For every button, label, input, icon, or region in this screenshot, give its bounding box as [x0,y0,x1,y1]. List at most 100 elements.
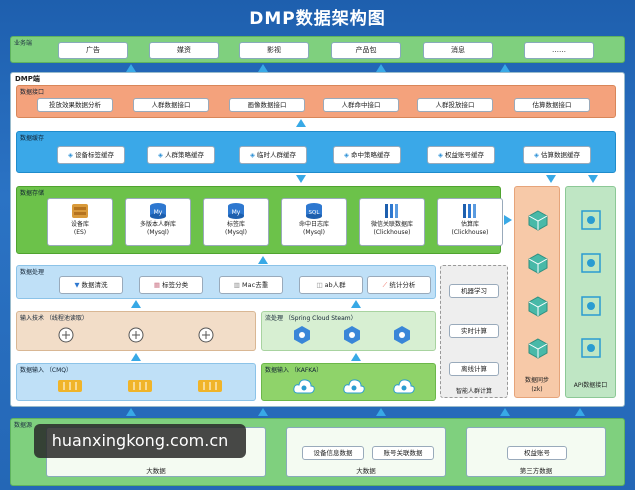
arrow-up-icon [258,408,268,416]
smart-compute-column: 机器学习 实时计算 离线计算 智能人群计算 [440,265,508,398]
svg-text:My: My [154,209,163,216]
thread-icon [198,327,214,343]
arrow-up-icon [376,64,386,72]
arrow-up-icon [351,353,361,361]
processing-layer-label: 数据处理 [20,269,45,276]
cache-layer: 数据缓存 ◈ 设备标签缓存 ◈ 人群策略缓存 ◈ 临时人群缓存 ◈ 命中策略缓存… [16,131,616,173]
processing-item-label: 标签分类 [162,281,189,289]
smart-item: 实时计算 [449,324,499,338]
clickhouse-icon [463,204,476,218]
arrow-up-icon [351,300,361,308]
storage-item-engine: (ES) [73,229,87,236]
api-layer-label: 数据接口 [20,89,45,96]
cube-icon [528,338,548,359]
cache-item: ◈ 命中策略缓存 [333,146,401,164]
arrow-up-icon [126,64,136,72]
svg-text:SQL: SQL [309,210,321,216]
api-service-label: API数据接口 [573,382,608,389]
api-layer: 数据接口 投放效果数据分析 人群数据接口 画像数据接口 人群命中接口 人群投放接… [16,85,616,118]
hexagon-icon [344,326,360,344]
arrow-up-icon [500,408,510,416]
database-icon [72,204,88,218]
business-layer: 业务端 广告 媒资 影视 产品包 消息 …… [10,36,625,63]
api-item: 人群数据接口 [133,98,209,112]
business-item: …… [524,42,594,59]
source-item: 设备信息数据 [302,446,364,460]
cmq-layer: 数据输入 （CMQ） [16,363,256,401]
input-tech-label: 输入技术 （线程池读取） [20,315,88,322]
svg-text:My: My [232,209,241,216]
storage-item-engine: (Mysql) [146,229,169,236]
api-item: 人群投放接口 [417,98,493,112]
business-item: 媒资 [149,42,219,59]
storage-layer: 数据存储 设备库 (ES) My 多版本人群库 (Mysql) My 标签库 (… [16,186,503,254]
mysql-icon: My [150,203,166,219]
thread-icon [128,327,144,343]
business-item: 产品包 [331,42,401,59]
storage-item-engine: (Mysql) [302,229,325,236]
processing-item-label: 数据清洗 [81,281,108,289]
smart-item: 离线计算 [449,362,499,376]
source-item: 账号关联数据 [372,446,434,460]
processing-item-label: ab人群 [324,281,346,289]
cube-icon [528,253,548,274]
dmp-container: DMP端 数据接口 投放效果数据分析 人群数据接口 画像数据接口 人群命中接口 … [10,72,625,407]
arrow-up-icon [575,408,585,416]
cmq-label: 数据输入 （CMQ） [20,367,72,374]
cache-item: ◈ 临时人群缓存 [239,146,307,164]
sync-column: 数据同步 (zk) [514,186,560,398]
api-item: 人群命中接口 [323,98,399,112]
sync-sub: (zk) [531,386,543,393]
api-service-column: API数据接口 [565,186,616,398]
storage-item-engine: (Clickhouse) [373,229,411,236]
storage-item-name: 命中日志库 [298,221,329,228]
layers-icon: ◈ [533,151,539,159]
filter-icon: ▼ [74,281,80,289]
source-group: 权益账号 第三方数据 [466,427,606,477]
business-item: 广告 [58,42,128,59]
storage-item-es: 设备库 (ES) [47,198,113,246]
api-item: 估算数据接口 [514,98,590,112]
arrow-up-icon [376,408,386,416]
smart-item: 机器学习 [449,284,499,298]
mysql-icon: My [228,203,244,219]
business-item: 消息 [423,42,493,59]
processing-item: ▦ 标签分类 [139,276,203,294]
api-node-icon [581,210,601,230]
cube-icon [528,296,548,317]
api-node-icon [581,253,601,273]
storage-item-name: 设备库 [70,221,89,228]
business-label: 业务端 [14,40,33,47]
cache-item-label: 人群策略缓存 [165,151,205,159]
page-title: DMP数据架构图 [249,9,386,29]
storage-item-engine: (Mysql) [224,229,247,236]
api-node-icon [581,338,601,358]
cache-item: ◈ 人群策略缓存 [147,146,215,164]
queue-icon [58,380,82,392]
processing-item: ⟋ 统计分析 [367,276,431,294]
processing-item: ▼ 数据清洗 [59,276,123,294]
layers-icon: ◈ [343,151,349,159]
arrow-up-icon [126,408,136,416]
storage-item-name: 标签库 [226,221,245,228]
cache-item: ◈ 设备标签缓存 [57,146,125,164]
arrow-up-icon [131,300,141,308]
arrow-up-icon [296,119,306,127]
source-label: 数据源 [14,422,33,429]
cache-layer-label: 数据缓存 [20,135,45,142]
storage-item-name: 微信关联数据库 [370,221,413,228]
clickhouse-icon [385,204,398,218]
stream-layer: 流处理 （Spring Cloud Steam） [261,311,436,351]
source-caption: 大数据 [146,467,166,475]
arrow-down-icon [296,175,306,183]
processing-item: ◫ ab人群 [299,276,363,294]
input-tech-layer: 输入技术 （线程池读取） [16,311,256,351]
api-node-icon [581,296,601,316]
cache-item-label: 估算数据缓存 [541,151,581,159]
business-item: 影视 [239,42,309,59]
arrow-up-icon [500,64,510,72]
cloud-icon [393,379,415,394]
api-item: 画像数据接口 [229,98,305,112]
cache-item: ◈ 权益账号缓存 [427,146,495,164]
queue-icon [128,380,152,392]
